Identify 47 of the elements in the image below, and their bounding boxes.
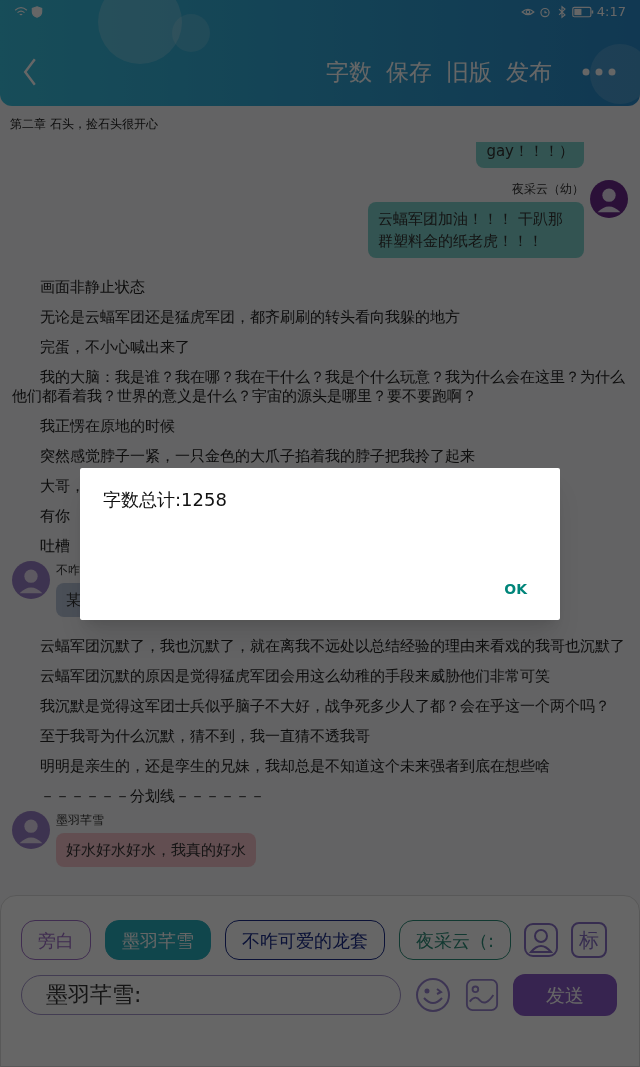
story-paragraph: 明明是亲生的，还是孪生的兄妹，我却总是不知道这个未来强者到底在想些啥 (39, 756, 550, 776)
more-icon (582, 68, 616, 76)
header-action[interactable]: 旧版 (446, 54, 492, 90)
story-paragraph: 完蛋，不小心喊出来了 (39, 337, 190, 357)
story-paragraph: 突然感觉脖子一紧，一只金色的大爪子掐着我的脖子把我拎了起来 (39, 446, 475, 466)
avatar-icon (590, 180, 628, 218)
alarm-icon (537, 5, 552, 19)
story-paragraph: 至于我哥为什么沉默，猜不到，我一直猜不透我哥 (39, 726, 370, 746)
ok-button[interactable]: OK (494, 573, 537, 606)
back-icon (22, 57, 38, 87)
shield-icon (30, 5, 44, 19)
mark-button[interactable]: 标 (571, 922, 607, 958)
story-paragraph: 云蝠军团沉默的原因是觉得猛虎军团会用这么幼稚的手段来威胁他们非常可笑 (39, 666, 550, 686)
story-paragraph: 我正愣在原地的时候 (39, 416, 175, 436)
chapter-title: 第二章 石头，捡石头很开心 (10, 116, 158, 133)
emoji-icon[interactable] (415, 977, 451, 1013)
dialog-message: 字数总计:1258 (103, 488, 228, 512)
story-paragraph: 大哥， (39, 476, 85, 496)
speaker-name: 夜采云（幼） (512, 181, 584, 198)
story-paragraph: 有你 (39, 506, 70, 526)
image-icon[interactable] (465, 978, 499, 1012)
story-paragraph: 我的大脑：我是谁？我在哪？我在干什么？我是个什么玩意？我为什么会在这里？为什么他们都看着我？世界的意义是什么？宇宙的源头是哪里？要不要跑啊？ (12, 367, 626, 406)
header-action[interactable]: 字数 (326, 54, 372, 90)
speaker-name: 墨羽芊雪 (56, 812, 104, 829)
header-action[interactable]: 保存 (386, 54, 432, 90)
person-icon[interactable] (523, 922, 559, 958)
story-paragraph: －－－－－－分划线－－－－－－ (39, 786, 265, 806)
avatar-icon (12, 811, 50, 849)
send-button[interactable]: 发送 (513, 974, 617, 1016)
message-bubble: 好水好水好水，我真的好水 (56, 833, 256, 867)
message-bubble: gay！！！） (476, 142, 584, 168)
speaker-name: 不咋 (56, 562, 80, 579)
message-input-field[interactable]: 墨羽芊雪: (21, 975, 401, 1015)
character-chip[interactable]: 夜采云（: (399, 920, 511, 960)
story-paragraph: 我沉默是觉得这军团士兵似乎脑子不大好，战争死多少人了都？会在乎这一个两个吗？ (39, 696, 610, 716)
header-action[interactable]: 发布 (506, 54, 552, 90)
message-bubble: 云蝠军团加油！！！ 干趴那群塑料金的纸老虎！！！ (368, 202, 584, 258)
character-chip[interactable]: 不咋可爱的龙套 (225, 920, 385, 960)
story-paragraph: 画面非静止状态 (39, 277, 145, 297)
story-paragraph: 无论是云蝠军团还是猛虎军团，都齐刷刷的转头看向我躲的地方 (39, 307, 460, 327)
battery-icon (571, 6, 594, 18)
story-paragraph: 吐槽 (39, 536, 70, 556)
story-paragraph: 云蝠军团沉默了，我也沉默了，就在离我不远处以总结经验的理由来看戏的我哥也沉默了 (39, 636, 625, 656)
clock-time: 4:17 (596, 3, 626, 22)
character-chip[interactable]: 墨羽芊雪 (105, 920, 211, 960)
character-chip[interactable]: 旁白 (21, 920, 91, 960)
avatar-icon (12, 561, 50, 599)
